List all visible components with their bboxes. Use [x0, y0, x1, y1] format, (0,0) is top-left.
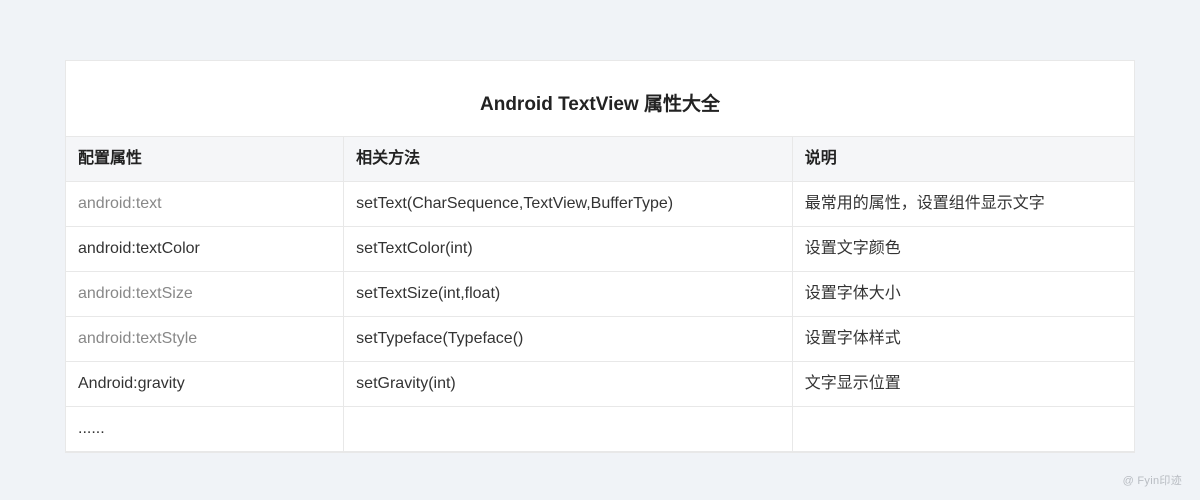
- table-row: android:textsetText(CharSequence,TextVie…: [66, 182, 1134, 227]
- cell-description: 最常用的属性，设置组件显示文字: [792, 182, 1134, 227]
- properties-table: 配置属性 相关方法 说明 android:textsetText(CharSeq…: [66, 136, 1134, 452]
- cell-description: 设置字体样式: [792, 317, 1134, 362]
- cell-description: 设置文字颜色: [792, 227, 1134, 272]
- cell-description: [792, 407, 1134, 452]
- table-row: ......: [66, 407, 1134, 452]
- table-container: Android TextView 属性大全 配置属性 相关方法 说明 andro…: [65, 60, 1135, 453]
- cell-config-attr: Android:gravity: [66, 362, 344, 407]
- cell-description: 设置字体大小: [792, 272, 1134, 317]
- cell-config-attr: android:textStyle: [66, 317, 344, 362]
- cell-related-method: setTextSize(int,float): [344, 272, 793, 317]
- cell-config-attr: android:textSize: [66, 272, 344, 317]
- table-row: android:textSizesetTextSize(int,float)设置…: [66, 272, 1134, 317]
- watermark: @ Fyin印迹: [1123, 472, 1182, 488]
- table-row: Android:gravitysetGravity(int)文字显示位置: [66, 362, 1134, 407]
- header-description: 说明: [792, 137, 1134, 182]
- table-header-row: 配置属性 相关方法 说明: [66, 137, 1134, 182]
- cell-config-attr: android:textColor: [66, 227, 344, 272]
- table-row: android:textColorsetTextColor(int)设置文字颜色: [66, 227, 1134, 272]
- cell-related-method: setTypeface(Typeface(): [344, 317, 793, 362]
- cell-config-attr: android:text: [66, 182, 344, 227]
- table-body: android:textsetText(CharSequence,TextVie…: [66, 182, 1134, 452]
- table-row: android:textStylesetTypeface(Typeface()设…: [66, 317, 1134, 362]
- cell-related-method: [344, 407, 793, 452]
- cell-related-method: setTextColor(int): [344, 227, 793, 272]
- header-related-method: 相关方法: [344, 137, 793, 182]
- cell-description: 文字显示位置: [792, 362, 1134, 407]
- cell-config-attr: ......: [66, 407, 344, 452]
- cell-related-method: setText(CharSequence,TextView,BufferType…: [344, 182, 793, 227]
- header-config-attr: 配置属性: [66, 137, 344, 182]
- cell-related-method: setGravity(int): [344, 362, 793, 407]
- table-title: Android TextView 属性大全: [66, 61, 1134, 136]
